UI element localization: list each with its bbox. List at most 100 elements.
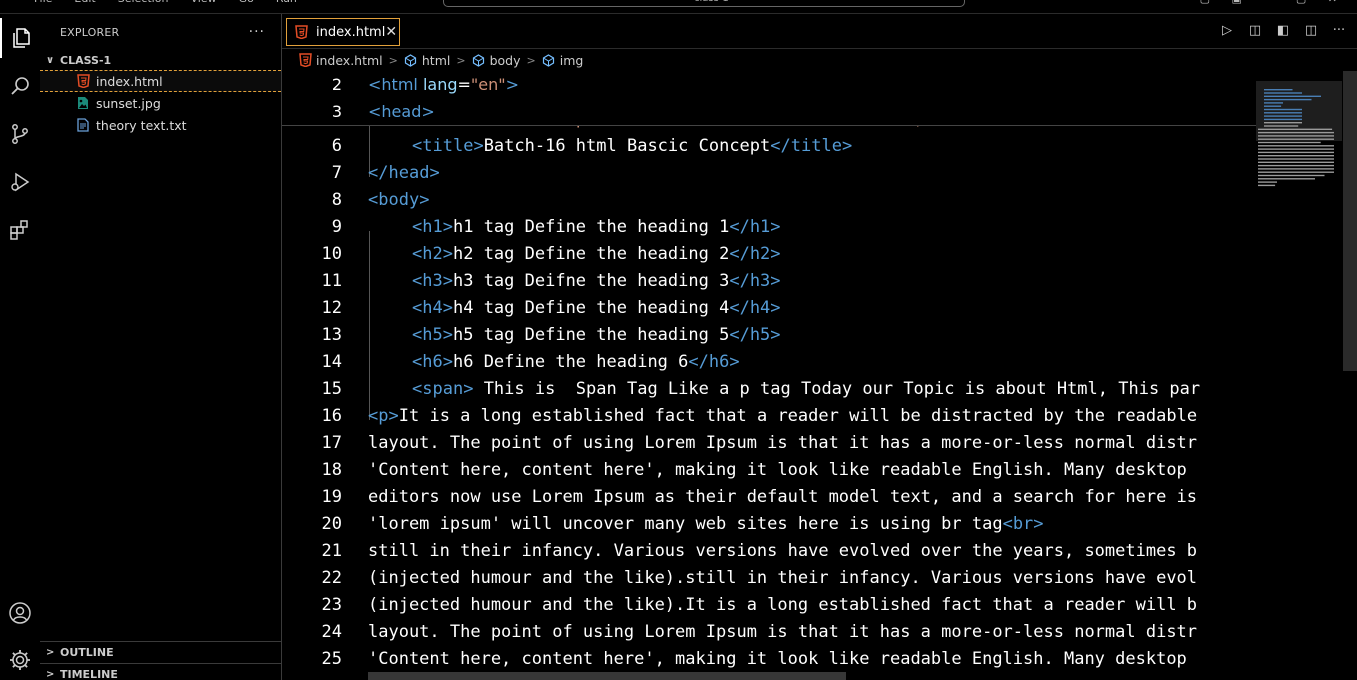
file-item[interactable]: sunset.jpg (40, 92, 281, 114)
accounts-activity-button[interactable] (0, 593, 40, 633)
activity-bar (0, 14, 40, 680)
compare-icon[interactable]: ◧ (1275, 23, 1291, 38)
code-line[interactable]: 20 'lorem ipsum' will uncover many web si… (282, 510, 1256, 537)
code-line[interactable]: 19 editors now use Lorem Ipsum as their d… (282, 483, 1256, 510)
folder-row[interactable]: ∨ CLASS-1 (40, 50, 281, 70)
close-window-icon[interactable]: ✕ (1328, 0, 1337, 5)
code-view[interactable]: 5<meta name="viewport" content="width=de… (282, 71, 1256, 680)
line-number: 11 (321, 270, 342, 291)
layout-toggle-icon[interactable]: ▢ (1200, 0, 1210, 5)
token-str: "en" (470, 75, 506, 94)
minimize-icon[interactable]: — (1263, 0, 1274, 5)
close-tab-icon[interactable]: ✕ (385, 24, 397, 40)
code-line[interactable]: 23 (injected humour and the like).It is a… (282, 591, 1256, 618)
extensions-activity-button[interactable] (0, 210, 40, 250)
breadcrumb-separator: > (526, 53, 536, 67)
menu-item-selection[interactable]: Selection (118, 0, 169, 5)
menu-item-run[interactable]: Run (276, 0, 297, 5)
search-activity-button[interactable] (0, 66, 40, 106)
outline-section[interactable]: > OUTLINE (40, 641, 281, 663)
code-line[interactable]: 11 <h3>h3 tag Deifne the heading 3</h3> (282, 267, 1256, 294)
code-line[interactable]: 2 <html lang="en"> (282, 71, 1256, 98)
breadcrumb-item[interactable]: img (560, 53, 584, 68)
minimap-line (1258, 178, 1315, 180)
breadcrumb-item[interactable]: index.html (316, 53, 383, 68)
breadcrumb: index.html > html > body > img (282, 49, 1357, 71)
menu-item-go[interactable]: Go (239, 0, 254, 5)
token-tag: < (412, 351, 423, 372)
run-icon[interactable]: ▷ (1219, 23, 1235, 38)
code-line[interactable]: 14 <h6>h6 Define the heading 6</h6> (282, 348, 1256, 375)
code-line[interactable]: 12 <h4>h4 tag Define the heading 4</h4> (282, 294, 1256, 321)
more-actions-icon[interactable]: ··· (249, 24, 265, 40)
line-number: 21 (321, 540, 342, 561)
code-line[interactable]: 15 <span> This is Span Tag Like a p tag T… (282, 375, 1256, 402)
split-editor-icon[interactable]: ◫ (1303, 23, 1319, 38)
line-number: 18 (321, 459, 342, 480)
open-preview-icon[interactable]: ◫ (1247, 23, 1263, 38)
token-tag: > (429, 162, 440, 183)
outline-label: OUTLINE (60, 646, 114, 659)
source-control-activity-button[interactable] (0, 114, 40, 154)
run-debug-activity-button[interactable] (0, 162, 40, 202)
code-line[interactable]: 6 <title>Batch-16 html Bascic Concept</ti… (282, 132, 1256, 159)
line-number: 9 (331, 216, 342, 237)
line-number: 16 (321, 405, 342, 426)
token-txt: = (457, 75, 471, 94)
token-tag: h2 (749, 243, 771, 264)
tab-index-html[interactable]: index.html ✕ (286, 18, 400, 46)
panel-toggle-icon[interactable]: ▣ (1231, 0, 1241, 5)
symbol-element-icon (472, 53, 486, 67)
code-line[interactable]: 25 'Content here, content here', making i… (282, 645, 1256, 672)
code-text: <span> This is Span Tag Like a p tag Tod… (412, 379, 1200, 399)
run-debug-icon (11, 172, 30, 192)
code-line[interactable]: 7 </head> (282, 159, 1256, 186)
timeline-section[interactable]: > TIMELINE (40, 663, 281, 680)
token-tag: h4 (422, 297, 443, 318)
explorer-activity-button[interactable] (0, 18, 40, 58)
image-file-icon (76, 96, 90, 110)
maximize-icon[interactable]: ▢ (1296, 0, 1306, 5)
menu-item-view[interactable]: View (190, 0, 216, 5)
code-line[interactable]: 18 'Content here, content here', making i… (282, 456, 1256, 483)
file-name: theory text.txt (96, 117, 187, 133)
line-number: 20 (321, 513, 342, 534)
code-line[interactable]: 22 (injected humour and the like).still i… (282, 564, 1256, 591)
code-line[interactable]: 9 <h1>h1 tag Define the heading 1</h1> (282, 213, 1256, 240)
breadcrumb-item[interactable]: body (490, 53, 521, 68)
manage-activity-button[interactable] (0, 640, 40, 680)
code-line[interactable]: 17 layout. The point of using Lorem Ipsum… (282, 429, 1256, 456)
vertical-scrollbar[interactable] (1343, 71, 1357, 680)
chevron-down-icon: ∨ (46, 54, 55, 66)
token-tag: > (463, 378, 474, 399)
gear-icon (10, 650, 30, 670)
file-item[interactable]: theory text.txt (40, 114, 281, 136)
vertical-scroll-thumb[interactable] (1343, 71, 1357, 371)
minimap[interactable] (1256, 71, 1344, 680)
code-line[interactable]: 13 <h5>h5 tag Define the heading 5</h5> (282, 321, 1256, 348)
text-file-icon (76, 118, 90, 132)
menu-item-edit[interactable]: Edit (74, 0, 95, 5)
code-text: <h5>h5 tag Define the heading 5</h5> (412, 325, 781, 345)
token-tag: </ (729, 324, 750, 345)
code-line[interactable]: 16 <p>It is a long established fact that … (282, 402, 1256, 429)
more-actions-icon[interactable]: ··· (1331, 23, 1347, 38)
horizontal-scroll-thumb[interactable] (368, 672, 846, 680)
token-tag: < (412, 243, 423, 264)
token-tag: > (770, 324, 781, 345)
code-line[interactable]: 3 <head> (282, 98, 1256, 125)
code-line[interactable]: 24 layout. The point of using Lorem Ipsum… (282, 618, 1256, 645)
token-txt: 'lorem ipsum' will uncover many web site… (368, 513, 1003, 534)
breadcrumb-item[interactable]: html (422, 53, 450, 68)
command-center[interactable]: class-1 (443, 0, 965, 7)
file-item[interactable]: index.html (40, 70, 281, 92)
code-line[interactable]: 10 <h2>h2 tag Define the heading 2</h2> (282, 240, 1256, 267)
token-tag: h5 (422, 324, 443, 345)
code-text: <title>Batch-16 html Bascic Concept</tit… (412, 136, 852, 156)
token-txt: 'Content here, content here', making it … (368, 459, 1187, 480)
code-line[interactable]: 8 <body> (282, 186, 1256, 213)
token-tag: > (421, 102, 435, 121)
code-line[interactable]: 21 still in their infancy. Various versio… (282, 537, 1256, 564)
files-icon (13, 28, 30, 48)
menu-item-file[interactable]: File (34, 0, 52, 5)
